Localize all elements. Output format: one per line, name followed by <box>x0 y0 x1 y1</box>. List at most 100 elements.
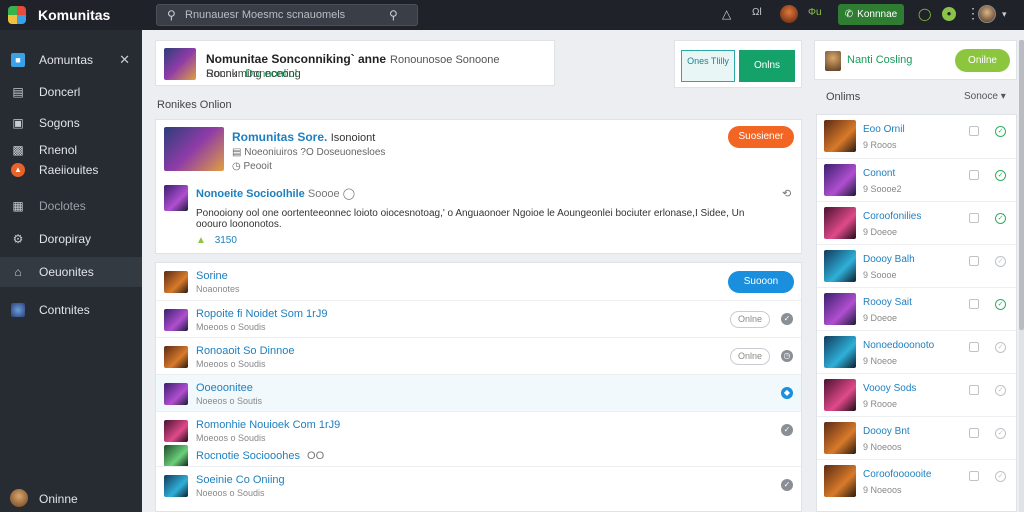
select-checkbox[interactable] <box>969 428 979 438</box>
chevron-down-icon[interactable]: ▾ <box>1002 9 1007 20</box>
list-item[interactable]: Nonoedooonoto 9 Noeoe ✓ <box>817 330 1016 373</box>
list-item[interactable]: Coroofonilies 9 Doeoe ✓ <box>817 201 1016 244</box>
document-icon: ▤ <box>12 85 24 99</box>
subscribe-button[interactable]: Suosiener <box>728 126 794 148</box>
scrollbar-thumb[interactable] <box>1019 40 1024 330</box>
online-button[interactable]: Onilne <box>955 49 1010 72</box>
thumbnail <box>164 346 188 368</box>
community-header-card: Nomunitae Sonconniking` anne Ronounosoe S… <box>155 40 555 86</box>
reply-avatar[interactable] <box>164 185 188 211</box>
online-label[interactable]: Ωl <box>752 7 762 18</box>
chat-icon[interactable]: ◯ <box>918 7 931 21</box>
sidebar-item-1[interactable]: ▤ Doncerl <box>0 77 142 107</box>
community-thumbnail[interactable] <box>164 48 196 80</box>
online-user-name[interactable]: Nanti Cosling <box>847 54 912 66</box>
check-icon[interactable]: ✓ <box>995 471 1006 482</box>
post-title[interactable]: Romunitas Sore. Isonoiont <box>232 130 375 144</box>
check-icon[interactable]: ✓ <box>995 385 1006 396</box>
thumbnail <box>824 422 856 454</box>
post-meta-2: ◷ Peooit <box>232 161 272 172</box>
top-bar: Komunitas ⚲ Rnunauesr Moesmc scnauomels … <box>0 0 1024 30</box>
calendar-icon: ▤ <box>232 147 242 158</box>
avatar[interactable] <box>825 51 841 71</box>
thumbnail <box>824 379 856 411</box>
post-image[interactable] <box>164 127 224 171</box>
scrollbar[interactable] <box>1019 40 1024 512</box>
sidebar-item-4[interactable]: ▲ Raeiiouites <box>0 160 142 180</box>
online-user-card: Nanti Cosling Onilne <box>814 40 1017 80</box>
table-row[interactable]: Ooeoonitee Noeeos o Soutis ◆ <box>156 374 801 411</box>
select-checkbox[interactable] <box>969 385 979 395</box>
sidebar-item-6[interactable]: ⚙ Doropiray <box>0 224 142 254</box>
check-icon[interactable]: ✓ <box>995 126 1006 137</box>
list-item[interactable]: Doooy Bnt 9 Noeoos ✓ <box>817 416 1016 459</box>
sidebar-item-0[interactable]: ■ Aomuntas <box>0 45 142 75</box>
sidebar-footer[interactable]: Oninne <box>0 482 142 512</box>
check-icon[interactable]: ✓ <box>995 299 1006 310</box>
check-icon[interactable]: ✓ <box>995 170 1006 181</box>
table-row[interactable]: Ropoite fi Noidet Som 1rJ9 Moeoos o Soud… <box>156 300 801 337</box>
subscribe-button[interactable]: Suooon <box>728 271 794 293</box>
clock-icon[interactable]: ◷ <box>781 350 793 362</box>
search-icon: ⚲ <box>167 8 176 22</box>
sidebar-item-2[interactable]: ▣ Sogons <box>0 108 142 138</box>
thumbnail <box>164 309 188 331</box>
secondary-button[interactable]: Ones Tlilly <box>681 50 735 82</box>
select-checkbox[interactable] <box>969 213 979 223</box>
user-avatar[interactable] <box>780 5 798 23</box>
table-row[interactable]: Soeinie Co Oniing Noeoos o Soudis ✓ <box>156 466 801 503</box>
list-item[interactable]: Eoo Ornil 9 Rooos ✓ <box>817 115 1016 158</box>
sidebar-item-8[interactable]: Contnites <box>0 295 142 325</box>
thumbnail <box>824 293 856 325</box>
section-heading: Ronikes Onlion <box>157 99 232 111</box>
thumbnail <box>824 336 856 368</box>
search-submit-icon[interactable]: ⚲ <box>389 8 398 22</box>
table-row[interactable]: Ronoaoit So Dinnoe Moeoos o Soudis Onlne… <box>156 337 801 374</box>
list-item[interactable]: Coroofoooooite 9 Noeoos ✓ <box>817 459 1016 502</box>
reply-body: Ponooiony ool one oortenteeonnec loioto … <box>196 208 745 219</box>
shield-icon[interactable]: ◆ <box>781 387 793 399</box>
list-item[interactable]: Roooy Sait 9 Doeoe ✓ <box>817 287 1016 330</box>
select-checkbox[interactable] <box>969 256 979 266</box>
app-logo-icon[interactable] <box>8 6 26 24</box>
status-icon[interactable]: ● <box>942 7 956 21</box>
like-count[interactable]: ▲ 3150 <box>196 235 237 246</box>
thumbnail <box>164 383 188 405</box>
topbar-action-button[interactable]: ✆ Konnnae <box>838 4 904 25</box>
profile-avatar[interactable] <box>978 5 996 23</box>
primary-button[interactable]: Onlns <box>739 50 795 82</box>
select-checkbox[interactable] <box>969 170 979 180</box>
check-icon[interactable]: ✓ <box>781 424 793 436</box>
list-item[interactable]: Voooy Sods 9 Roooe ✓ <box>817 373 1016 416</box>
online-pill[interactable]: Onlne <box>730 311 770 328</box>
list-header[interactable]: Sorine Noaonotes Suooon <box>156 263 801 300</box>
search-input[interactable]: ⚲ Rnunauesr Moesmc scnauomels ⚲ <box>156 4 418 26</box>
book-icon: ▣ <box>12 116 24 130</box>
reply-title[interactable]: Nonoeite Socioolhile Soooe ◯ <box>196 187 355 200</box>
calendar-icon: ▩ <box>12 143 24 157</box>
check-icon[interactable]: ✓ <box>995 213 1006 224</box>
check-icon[interactable]: ✓ <box>995 256 1006 267</box>
triangle-icon[interactable]: △ <box>722 7 731 21</box>
status-label: Φu <box>808 7 822 18</box>
check-icon[interactable]: ✓ <box>995 342 1006 353</box>
check-icon[interactable]: ✓ <box>995 428 1006 439</box>
select-checkbox[interactable] <box>969 126 979 136</box>
list-item[interactable]: Doooy Balh 9 Soooe ✓ <box>817 244 1016 287</box>
sidebar-item-3[interactable]: ▩ Rnenol <box>0 140 142 160</box>
share-icon[interactable]: ⟲ <box>782 187 791 200</box>
select-checkbox[interactable] <box>969 471 979 481</box>
row-title: Rocnotie Sociooohes OO <box>196 450 325 462</box>
sidebar-item-7[interactable]: ⌂ Oeuonites <box>0 257 142 287</box>
select-checkbox[interactable] <box>969 342 979 352</box>
sort-dropdown[interactable]: Sonoce ▾ <box>964 91 1006 102</box>
list-item[interactable]: Conont 9 Soooe2 ✓ <box>817 158 1016 201</box>
online-pill[interactable]: Onlne <box>730 348 770 365</box>
info-icon: ◯ <box>342 188 356 200</box>
select-checkbox[interactable] <box>969 299 979 309</box>
check-icon[interactable]: ✓ <box>781 479 793 491</box>
check-icon[interactable]: ✓ <box>781 313 793 325</box>
app-name: Komunitas <box>38 7 111 23</box>
home-icon: ■ <box>11 53 25 67</box>
sidebar-item-5[interactable]: ▦ Doclotes <box>0 191 142 221</box>
